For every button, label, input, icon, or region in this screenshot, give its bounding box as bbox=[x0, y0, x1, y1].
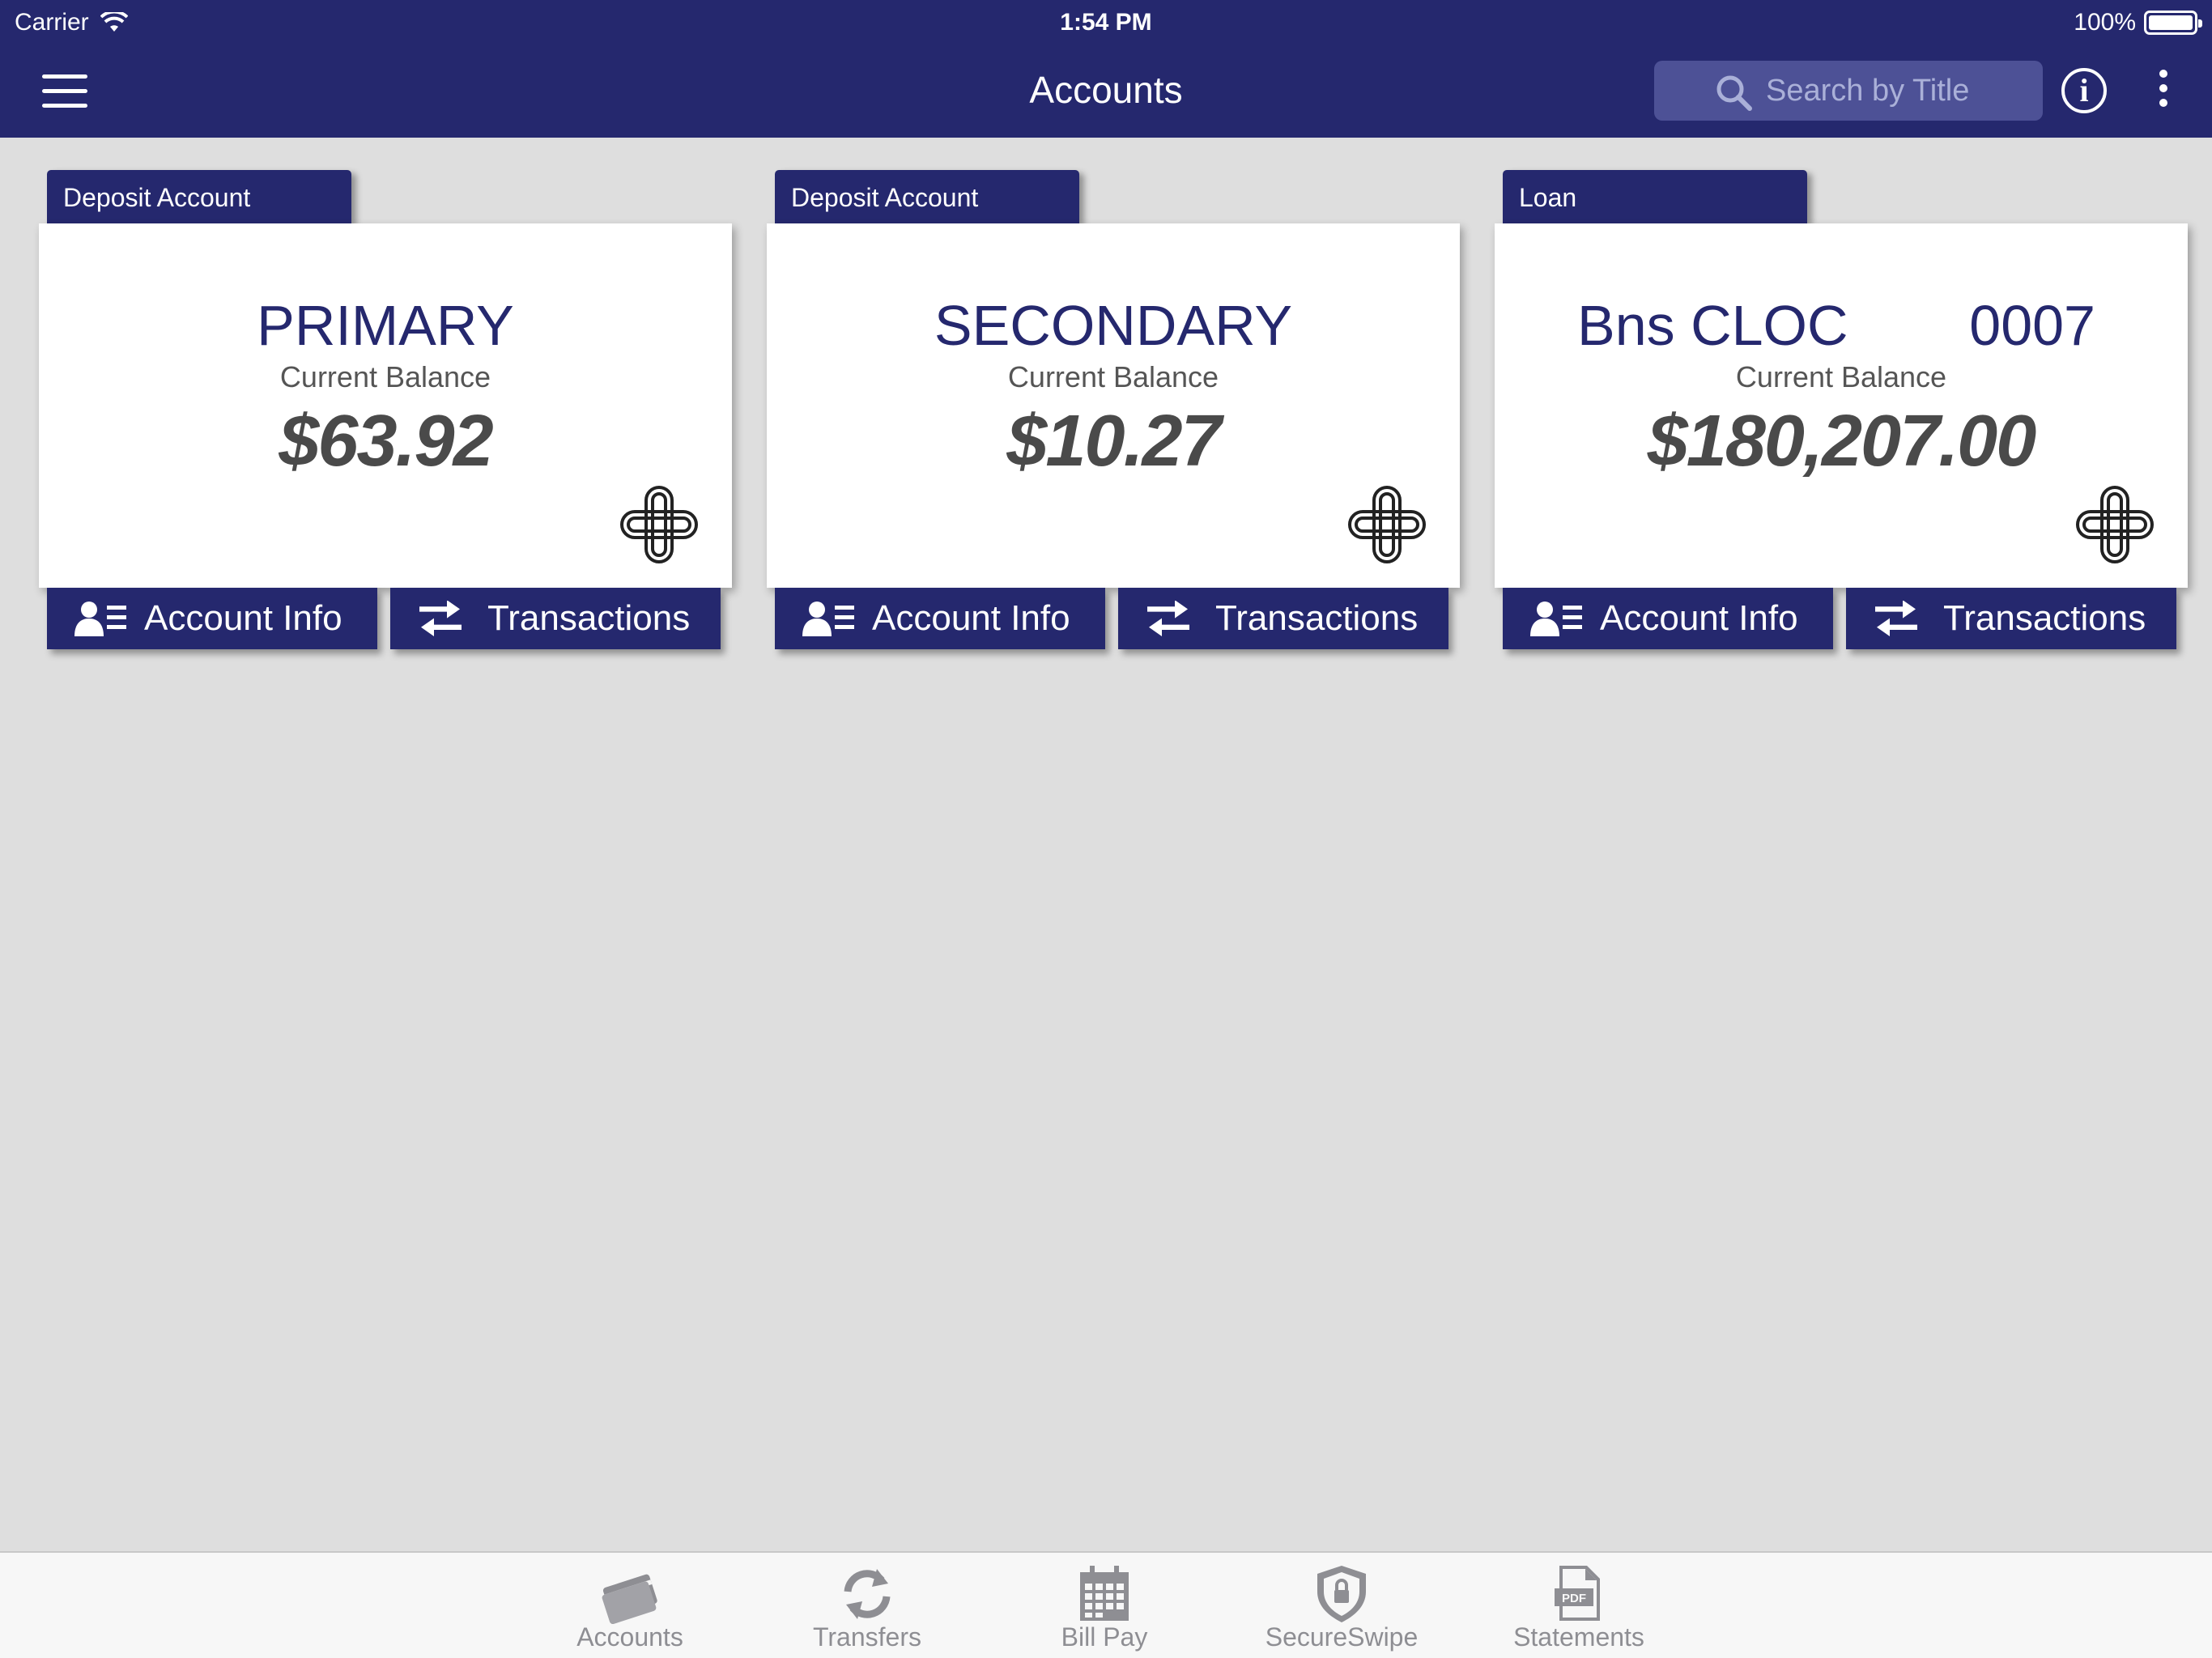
account-info-button[interactable]: Account Info bbox=[775, 588, 1105, 649]
tab-label: Transfers bbox=[813, 1622, 921, 1652]
info-icon[interactable]: i bbox=[2061, 68, 2107, 113]
account-type-tab: Loan bbox=[1503, 170, 1807, 223]
account-name: Bns CLOC bbox=[1577, 294, 1848, 357]
account-info-button[interactable]: Account Info bbox=[47, 588, 377, 649]
account-info-label: Account Info bbox=[144, 598, 342, 638]
more-options-icon[interactable] bbox=[2157, 70, 2170, 115]
transactions-button[interactable]: Transactions bbox=[1118, 588, 1448, 649]
account-card-body[interactable]: PRIMARY Current Balance $63.92 bbox=[39, 223, 732, 588]
account-info-button[interactable]: Account Info bbox=[1503, 588, 1833, 649]
search-icon bbox=[1716, 75, 1752, 111]
balance-amount: $63.92 bbox=[279, 401, 493, 482]
transfer-arrows-icon bbox=[1875, 601, 1917, 636]
account-number: 0007 bbox=[1969, 294, 2095, 357]
top-bar: Carrier 1:54 PM 100% Accounts Search by … bbox=[0, 0, 2212, 138]
bottom-tab-bar: Accounts Transfers Bill Pay SecureSwipe … bbox=[0, 1551, 2212, 1658]
account-card-body[interactable]: SECONDARY Current Balance $10.27 bbox=[767, 223, 1460, 588]
balance-label: Current Balance bbox=[279, 360, 491, 393]
status-bar: Carrier 1:54 PM 100% bbox=[0, 0, 2212, 45]
transfer-arrows-icon bbox=[419, 601, 462, 636]
transactions-label: Transactions bbox=[1943, 598, 2146, 638]
tab-bill-pay[interactable]: Bill Pay bbox=[999, 1553, 1210, 1658]
transactions-label: Transactions bbox=[487, 598, 691, 638]
balance-amount: $180,207.00 bbox=[1647, 401, 2037, 482]
tab-secureswipe[interactable]: SecureSwipe bbox=[1236, 1553, 1447, 1658]
bank-logo-icon bbox=[620, 486, 698, 563]
tab-statements[interactable]: PDF Statements bbox=[1474, 1553, 1684, 1658]
account-type-tab: Deposit Account bbox=[47, 170, 351, 223]
account-name: SECONDARY bbox=[934, 294, 1293, 357]
pdf-icon: PDF bbox=[1555, 1566, 1600, 1621]
status-right: 100% bbox=[2074, 0, 2202, 45]
tab-label: Statements bbox=[1513, 1622, 1644, 1652]
account-card: Loan Bns CLOC 0007 Current Balance $180,… bbox=[1495, 170, 2188, 656]
account-name-row: Bns CLOC 0007 bbox=[1495, 293, 2188, 358]
account-card: Deposit Account SECONDARY Current Balanc… bbox=[767, 170, 1460, 656]
balance-label: Current Balance bbox=[1007, 360, 1219, 393]
account-card: Deposit Account PRIMARY Current Balance … bbox=[39, 170, 732, 656]
transactions-button[interactable]: Transactions bbox=[390, 588, 721, 649]
search-box[interactable] bbox=[1654, 61, 2043, 121]
transfer-arrows-icon bbox=[1147, 601, 1189, 636]
transactions-label: Transactions bbox=[1215, 598, 1419, 638]
account-type-tab: Deposit Account bbox=[775, 170, 1079, 223]
tab-accounts[interactable]: Accounts bbox=[525, 1553, 735, 1658]
shield-lock-icon bbox=[1317, 1566, 1366, 1622]
tab-label: Bill Pay bbox=[1061, 1622, 1148, 1652]
svg-text:PDF: PDF bbox=[1562, 1592, 1586, 1605]
battery-icon bbox=[2144, 11, 2202, 35]
nav-bar: Accounts i bbox=[0, 45, 2212, 138]
account-info-label: Account Info bbox=[1600, 598, 1798, 638]
bank-logo-icon bbox=[2076, 486, 2154, 563]
account-name: PRIMARY bbox=[257, 294, 514, 357]
tab-transfers[interactable]: Transfers bbox=[762, 1553, 972, 1658]
card-actions: Account Info Transactions bbox=[1503, 588, 2180, 656]
battery-percent: 100% bbox=[2074, 9, 2136, 36]
person-card-icon bbox=[74, 602, 126, 636]
person-card-icon bbox=[1530, 602, 1582, 636]
tab-label: Accounts bbox=[576, 1622, 683, 1652]
balance-label: Current Balance bbox=[1735, 360, 1947, 393]
card-actions: Account Info Transactions bbox=[47, 588, 724, 656]
balance-amount: $10.27 bbox=[1006, 401, 1221, 482]
account-info-label: Account Info bbox=[872, 598, 1070, 638]
refresh-icon bbox=[844, 1569, 891, 1619]
status-time: 1:54 PM bbox=[1060, 9, 1152, 36]
tab-label: SecureSwipe bbox=[1265, 1622, 1419, 1652]
transactions-button[interactable]: Transactions bbox=[1846, 588, 2176, 649]
calendar-icon bbox=[1080, 1566, 1129, 1621]
credit-card-icon bbox=[602, 1574, 657, 1624]
person-card-icon bbox=[802, 602, 854, 636]
bank-logo-icon bbox=[1348, 486, 1426, 563]
card-actions: Account Info Transactions bbox=[775, 588, 1452, 656]
account-card-body[interactable]: Bns CLOC 0007 Current Balance $180,207.0… bbox=[1495, 223, 2188, 588]
battery-level bbox=[2149, 15, 2193, 30]
search-input[interactable] bbox=[1766, 73, 2033, 108]
app-root: Carrier 1:54 PM 100% Accounts Search by … bbox=[0, 0, 2212, 1658]
